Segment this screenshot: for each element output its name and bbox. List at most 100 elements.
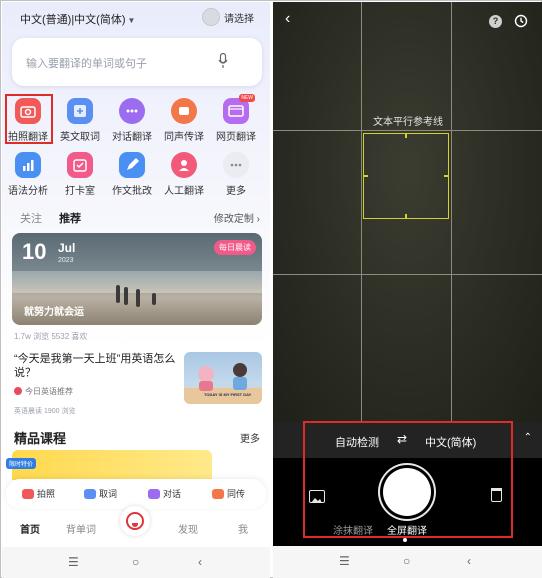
frame-tick — [405, 133, 407, 138]
camera-viewfinder[interactable]: 文本平行参考线 — [273, 2, 542, 422]
mic-icon[interactable] — [218, 53, 228, 69]
quick-photo-label: 拍照 — [37, 489, 56, 499]
back-icon[interactable]: ‹ — [198, 555, 202, 569]
quick-pick-label: 取词 — [99, 489, 118, 499]
course-tag: 限时特价 — [6, 458, 37, 469]
active-mode-indicator — [403, 538, 407, 542]
tool-label: 人工翻译 — [164, 186, 204, 197]
tab-recommend[interactable]: 推荐 — [59, 213, 81, 225]
screen: 中文(普通)|中文(简体) ▼ 请选择 输入要翻译的单词或句子 拍照翻译 英文取… — [0, 0, 542, 578]
language-selector[interactable]: 中文(普通)|中文(简体) ▼ — [20, 11, 135, 27]
source-icon — [14, 387, 22, 395]
tool-simultaneous[interactable]: 同声传译 — [158, 94, 210, 144]
custom-link[interactable]: 修改定制 › — [214, 210, 260, 225]
quick-dialogue[interactable]: 对话 — [148, 487, 181, 500]
tool-label: 英文取词 — [60, 132, 100, 143]
history-icon[interactable] — [514, 14, 528, 28]
quick-simultaneous[interactable]: 同传 — [212, 487, 245, 500]
tab-discover[interactable]: 发现 — [178, 521, 198, 536]
tab-follow[interactable]: 关注 — [20, 213, 42, 225]
banner-slogan: 就努力就会运 — [24, 307, 84, 318]
article-title[interactable]: “今天是我第一天上班”用英语怎么说？ — [14, 352, 179, 380]
tool-label: 同声传译 — [164, 132, 204, 143]
system-navbar: ☰ ○ ‹ — [2, 547, 270, 578]
help-icon[interactable]: ? — [489, 15, 502, 28]
chevron-down-icon: ▼ — [127, 16, 136, 25]
grid-line — [273, 274, 542, 275]
grid-line — [273, 130, 542, 131]
camera-panel: 文本平行参考线 ‹ ? 自动检测 ⇄ 中文(简体) ⌃ 涂抹翻译 全屏翻译 ☰ … — [273, 2, 542, 578]
essay-icon — [119, 152, 145, 178]
search-box[interactable]: 输入要翻译的单词或句子 — [12, 38, 262, 86]
controls-highlight — [303, 421, 513, 538]
courses-title: 精品课程 — [14, 431, 67, 446]
grammar-icon — [15, 152, 41, 178]
pick-word-icon — [84, 488, 96, 499]
camera-icon — [22, 488, 34, 499]
back-icon[interactable]: ‹ — [285, 10, 290, 28]
home-icon[interactable]: ○ — [132, 555, 139, 569]
grid-line — [451, 2, 452, 422]
tool-essay[interactable]: 作文批改 — [106, 148, 158, 198]
more-icon — [223, 152, 249, 178]
banner-person — [136, 289, 140, 307]
human-translate-icon — [171, 152, 197, 178]
tab-home[interactable]: 首页 — [20, 521, 40, 536]
article-source: 今日英语推荐 — [14, 386, 73, 397]
user-label: 请选择 — [224, 13, 254, 25]
banner-meta: 1.7w 浏览 5532 喜欢 — [14, 332, 88, 341]
back-icon[interactable]: ‹ — [467, 554, 471, 568]
tool-checkin[interactable]: 打卡室 — [54, 148, 106, 198]
banner-person — [152, 293, 156, 305]
chat-icon — [148, 488, 160, 499]
banner-person — [124, 287, 128, 305]
tool-webpage[interactable]: NEW 网页翻译 — [210, 94, 262, 144]
tool-grammar[interactable]: 语法分析 — [2, 148, 54, 198]
chat-icon — [119, 98, 145, 124]
article-thumbnail[interactable]: TODAY IS MY FIRST DAY — [184, 352, 262, 404]
center-mascot-button[interactable] — [120, 506, 150, 536]
tool-label: 网页翻译 — [216, 132, 256, 143]
tool-label: 作文批改 — [112, 186, 152, 197]
frame-tick — [363, 175, 368, 177]
mascot-icon — [126, 512, 144, 530]
tool-label: 打卡室 — [65, 186, 95, 197]
quick-pick[interactable]: 取词 — [84, 487, 117, 500]
tool-dialogue[interactable]: 对话翻译 — [106, 94, 158, 144]
frame-tick — [405, 214, 407, 219]
webpage-icon: NEW — [223, 94, 255, 124]
quick-photo[interactable]: 拍照 — [22, 487, 55, 500]
tool-pick-word[interactable]: 英文取词 — [54, 94, 106, 144]
feed-tabs: 关注 推荐 — [20, 210, 95, 226]
pick-word-icon — [67, 98, 93, 124]
grid-line — [361, 2, 362, 422]
tool-more[interactable]: 更多 — [210, 148, 262, 198]
guide-hint: 文本平行参考线 — [373, 117, 443, 128]
course-card[interactable] — [12, 450, 212, 480]
tool-label: 语法分析 — [8, 186, 48, 197]
article-source-label: 今日英语推荐 — [25, 387, 73, 396]
banner-month: Jul — [58, 241, 76, 255]
home-icon[interactable]: ○ — [403, 554, 410, 568]
simultaneous-icon — [212, 488, 224, 499]
banner-day: 10 — [22, 239, 47, 264]
menu-icon[interactable]: ☰ — [68, 555, 79, 569]
daily-banner[interactable]: 10 Jul 2023 每日晨读 就努力就会运 — [12, 233, 262, 325]
tab-me[interactable]: 我 — [238, 521, 248, 536]
tool-label: 对话翻译 — [112, 132, 152, 143]
banner-year: 2023 — [58, 257, 74, 264]
checkin-icon — [67, 152, 93, 178]
quick-dialogue-label: 对话 — [163, 489, 182, 499]
menu-icon[interactable]: ☰ — [339, 554, 350, 568]
focus-frame — [363, 133, 449, 219]
quick-actions-bar: 拍照 取词 对话 同传 — [6, 479, 266, 509]
chevron-up-icon[interactable]: ⌃ — [524, 432, 532, 443]
new-badge: NEW — [239, 94, 255, 102]
courses-more-link[interactable]: 更多 — [240, 430, 260, 445]
home-panel: 中文(普通)|中文(简体) ▼ 请选择 输入要翻译的单词或句子 拍照翻译 英文取… — [2, 2, 270, 578]
language-selector-label: 中文(普通)|中文(简体) — [20, 14, 126, 26]
tool-human-translate[interactable]: 人工翻译 — [158, 148, 210, 198]
user-menu[interactable]: 请选择 — [202, 8, 254, 26]
tab-vocabulary[interactable]: 背单词 — [66, 521, 96, 536]
simultaneous-icon — [171, 98, 197, 124]
